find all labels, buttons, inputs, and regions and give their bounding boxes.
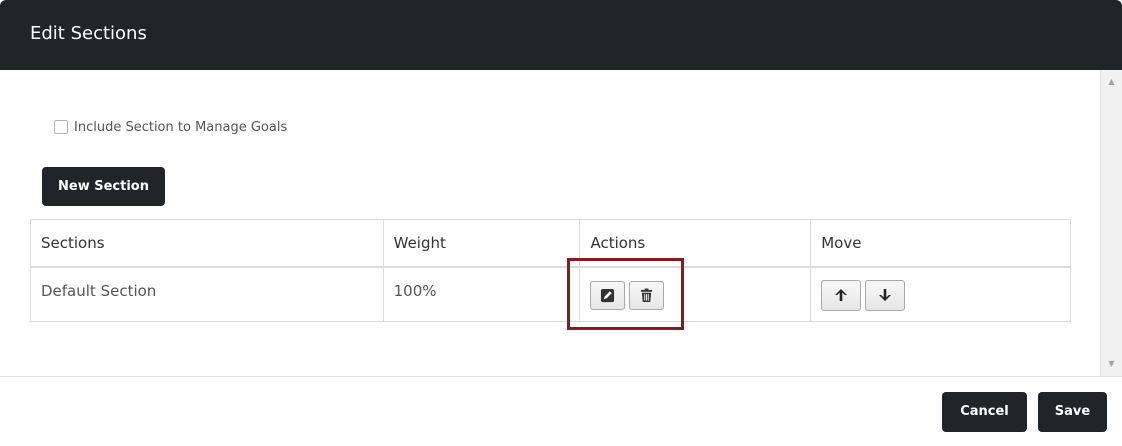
dialog-header: Edit Sections <box>0 0 1122 70</box>
move-down-button[interactable] <box>865 279 906 311</box>
table-header-row: Sections Weight Actions Move <box>30 219 1071 268</box>
scroll-down-icon[interactable]: ▼ <box>1101 356 1122 372</box>
move-up-button[interactable] <box>821 279 862 311</box>
cancel-button[interactable]: Cancel <box>942 392 1027 432</box>
scroll-up-icon[interactable]: ▲ <box>1101 74 1122 90</box>
new-section-button[interactable]: New Section <box>42 167 165 206</box>
arrow-down-icon <box>879 289 892 301</box>
dialog-title: Edit Sections <box>30 23 147 44</box>
include-goals-option[interactable]: Include Section to Manage Goals <box>54 118 287 136</box>
section-name-cell: Default Section <box>30 266 384 322</box>
section-weight-cell: 100% <box>382 266 581 322</box>
header-weight: Weight <box>382 219 581 268</box>
save-button[interactable]: Save <box>1038 392 1107 432</box>
sections-table: Sections Weight Actions Move Default Sec… <box>30 219 1071 322</box>
vertical-scrollbar[interactable]: ▲ ▼ <box>1100 70 1122 376</box>
header-sections: Sections <box>30 219 384 268</box>
edit-sections-dialog: Edit Sections ▲ ▼ Include Section to Man… <box>0 0 1122 446</box>
include-goals-label: Include Section to Manage Goals <box>74 119 288 135</box>
header-move: Move <box>810 219 1071 268</box>
actions-highlight-box <box>567 258 684 330</box>
move-cell <box>810 266 1071 322</box>
arrow-up-icon <box>835 289 848 301</box>
include-goals-checkbox[interactable] <box>54 120 68 134</box>
table-row: Default Section 100% <box>30 266 1071 322</box>
